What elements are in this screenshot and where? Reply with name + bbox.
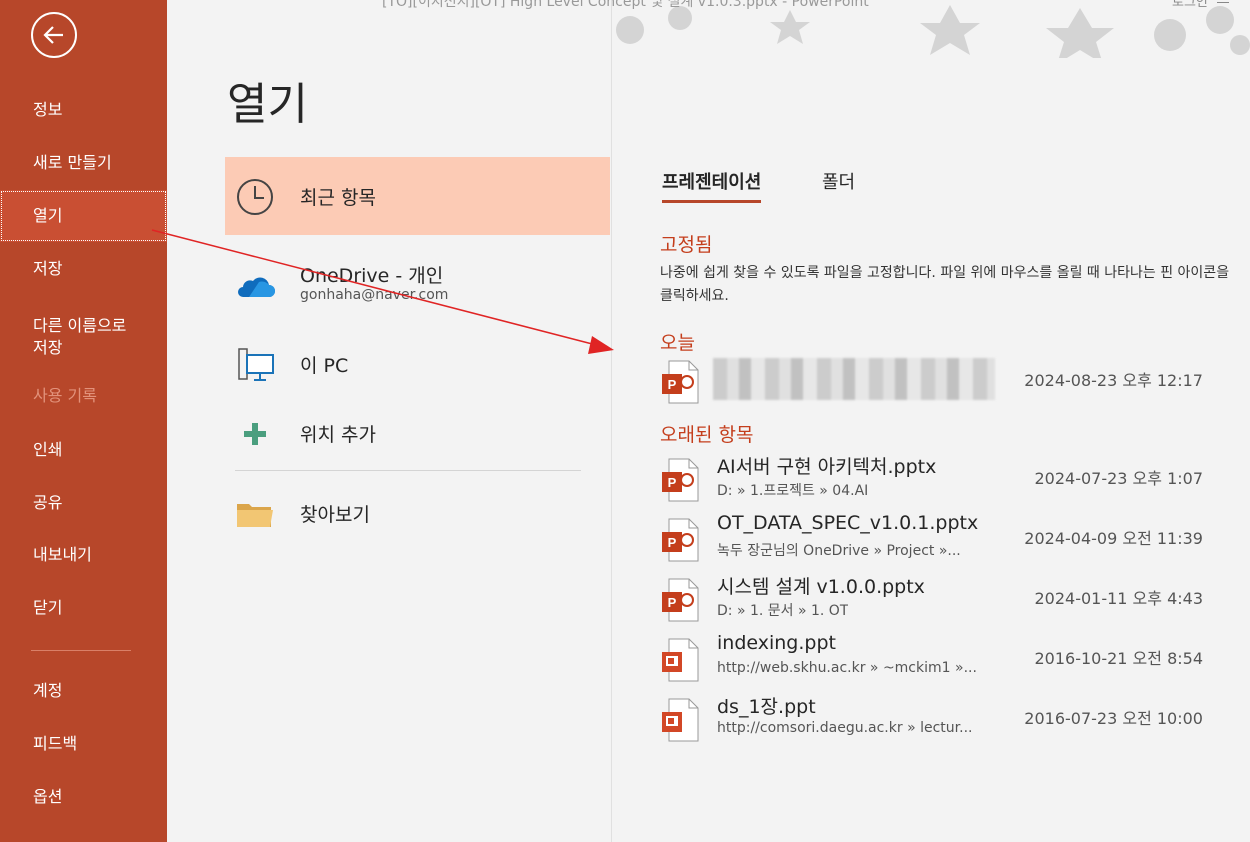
folder-icon <box>237 504 273 527</box>
pinned-description: 나중에 쉽게 찾을 수 있도록 파일을 고정합니다. 파일 위에 마우스를 올릴… <box>660 265 1230 304</box>
clock-icon <box>237 179 273 215</box>
svg-text:P: P <box>668 595 677 610</box>
file-row[interactable]: ds_1장.ppt http://comsori.daegu.ac.kr » l… <box>655 690 1215 748</box>
location-add-place[interactable]: 위치 추가 <box>225 394 610 472</box>
nav-account[interactable]: 계정 <box>0 665 167 717</box>
file-name: OT_DATA_SPEC_v1.0.1.pptx <box>717 512 979 534</box>
file-date: 2016-07-23 오전 10:00 <box>1024 709 1203 728</box>
file-date: 2024-08-23 오후 12:17 <box>1024 371 1203 390</box>
location-onedrive[interactable]: OneDrive - 개인 gonhaha@naver.com <box>225 247 610 325</box>
backstage-sidebar: 정보 새로 만들기 열기 저장 다른 이름으로 저장 사용 기록 인쇄 공유 내… <box>0 0 167 842</box>
file-path: 녹두 장군님의 OneDrive » Project »... <box>717 543 961 559</box>
file-row[interactable]: indexing.ppt http://web.skhu.ac.kr » ~mc… <box>655 630 1215 688</box>
location-label: OneDrive - 개인 <box>300 265 444 287</box>
location-account: gonhaha@naver.com <box>300 287 449 303</box>
back-button[interactable] <box>31 12 77 58</box>
pptx-file-icon: P <box>662 360 699 404</box>
pptx-file-icon: P <box>662 518 699 562</box>
nav-open[interactable]: 열기 <box>0 190 167 242</box>
file-date: 2024-04-09 오전 11:39 <box>1024 529 1203 548</box>
location-this-pc[interactable]: 이 PC <box>225 325 610 403</box>
nav-export[interactable]: 내보내기 <box>0 529 167 581</box>
tab-presentations[interactable]: 프레젠테이션 <box>662 168 762 203</box>
onedrive-cloud-icon <box>238 277 275 297</box>
svg-text:P: P <box>668 475 677 490</box>
ppt-file-icon <box>662 698 699 742</box>
nav-save[interactable]: 저장 <box>0 243 167 295</box>
nav-close[interactable]: 닫기 <box>0 582 167 634</box>
file-row[interactable]: P AI서버 구현 아키텍처.pptx D: » 1.프로젝트 » 04.AI … <box>655 450 1215 508</box>
location-label: 최근 항목 <box>300 187 376 209</box>
signin-link[interactable]: 로그인 <box>1172 0 1208 10</box>
back-arrow-icon <box>43 26 63 44</box>
file-path: http://web.skhu.ac.kr » ~mckim1 »... <box>717 660 977 676</box>
pinned-heading: 고정됨 <box>660 234 713 256</box>
minimize-icon[interactable] <box>1217 0 1229 3</box>
location-label: 찾아보기 <box>300 504 370 526</box>
sidebar-divider <box>31 650 131 651</box>
blurred-file-name <box>713 358 995 400</box>
file-name: indexing.ppt <box>717 632 836 654</box>
file-name: ds_1장.ppt <box>717 696 816 718</box>
location-recent[interactable]: 최근 항목 <box>225 157 610 235</box>
locations-panel: 최근 항목 OneDrive - 개인 gonhaha@naver.com 이 … <box>167 0 612 842</box>
file-date: 2016-10-21 오전 8:54 <box>1034 649 1203 668</box>
nav-options[interactable]: 옵션 <box>0 771 167 823</box>
svg-text:P: P <box>668 535 677 550</box>
nav-share[interactable]: 공유 <box>0 477 167 529</box>
location-label: 위치 추가 <box>300 424 376 446</box>
file-name: AI서버 구현 아키텍처.pptx <box>717 456 937 478</box>
nav-new[interactable]: 새로 만들기 <box>0 137 167 189</box>
computer-icon <box>238 348 274 381</box>
older-heading: 오래된 항목 <box>660 424 754 446</box>
nav-feedback[interactable]: 피드백 <box>0 718 167 770</box>
location-label: 이 PC <box>300 355 349 377</box>
location-browse[interactable]: 찾아보기 <box>225 474 610 552</box>
file-row[interactable]: P 시스템 설계 v1.0.0.pptx D: » 1. 문서 » 1. OT … <box>655 570 1215 628</box>
file-date: 2024-01-11 오후 4:43 <box>1034 589 1203 608</box>
tab-folders[interactable]: 폴더 <box>822 168 855 200</box>
file-row[interactable]: P OT_DATA_SPEC_v1.0.1.pptx 녹두 장군님의 OneDr… <box>655 510 1215 568</box>
file-date: 2024-07-23 오후 1:07 <box>1034 469 1203 488</box>
nav-info[interactable]: 정보 <box>0 84 167 136</box>
nav-print[interactable]: 인쇄 <box>0 424 167 476</box>
pptx-file-icon: P <box>662 458 699 502</box>
ppt-file-icon <box>662 638 699 682</box>
file-path: D: » 1.프로젝트 » 04.AI <box>717 483 869 499</box>
today-heading: 오늘 <box>660 332 695 354</box>
file-path: http://comsori.daegu.ac.kr » lectur... <box>717 720 973 736</box>
file-name: 시스템 설계 v1.0.0.pptx <box>717 576 925 598</box>
file-row[interactable]: P 2024-08-23 오후 12:17 <box>655 352 1215 410</box>
nav-save-as[interactable]: 다른 이름으로 저장 <box>0 307 167 367</box>
plus-icon <box>244 423 266 445</box>
pptx-file-icon: P <box>662 578 699 622</box>
svg-text:P: P <box>668 377 677 392</box>
nav-history: 사용 기록 <box>33 386 97 405</box>
file-path: D: » 1. 문서 » 1. OT <box>717 603 849 619</box>
locations-divider <box>235 470 581 471</box>
